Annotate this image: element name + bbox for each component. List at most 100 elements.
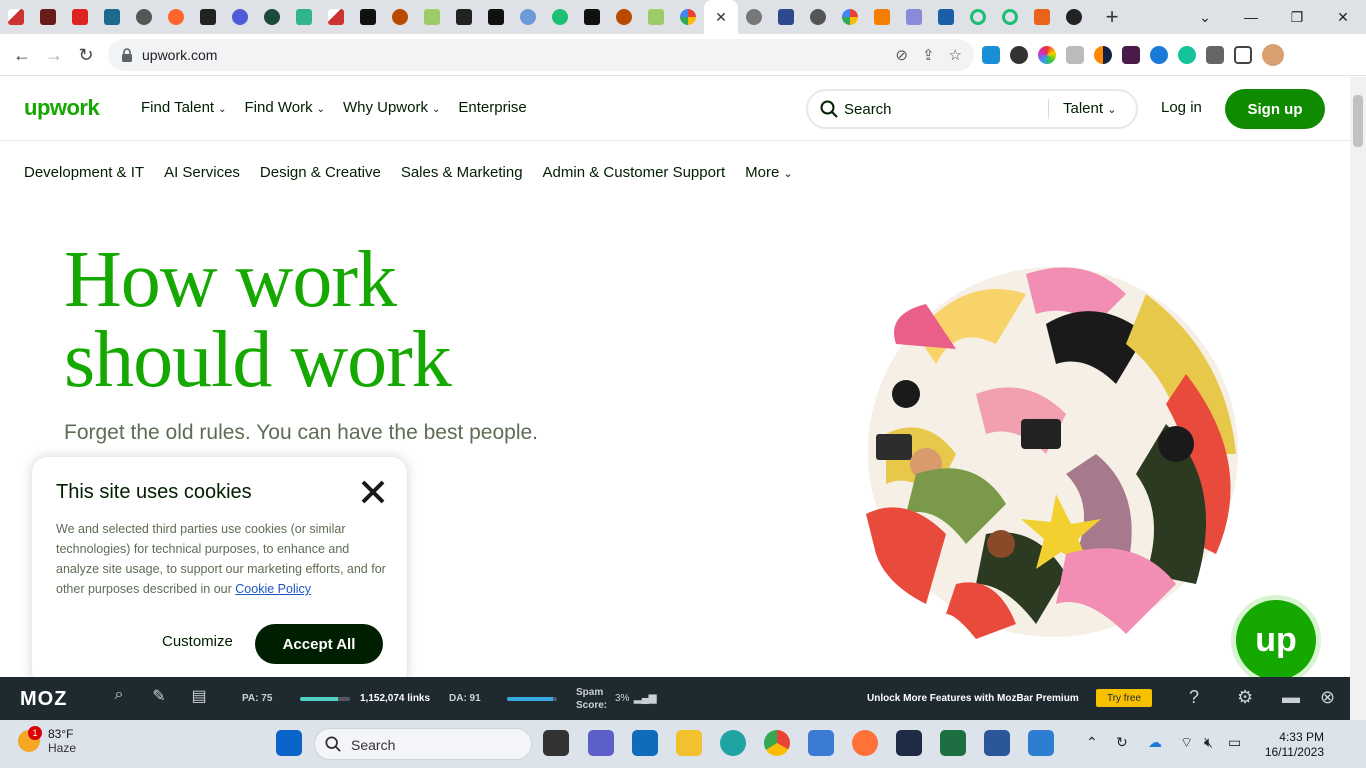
ext-shield-icon[interactable] xyxy=(1066,46,1084,64)
close-window-icon[interactable]: ✕ xyxy=(1320,0,1366,34)
tab[interactable] xyxy=(640,0,672,34)
scroll-thumb[interactable] xyxy=(1353,95,1363,147)
tab[interactable] xyxy=(448,0,480,34)
category-sales[interactable]: Sales & Marketing xyxy=(401,164,523,181)
volume-muted-icon[interactable]: 🔇︎ xyxy=(1204,734,1213,751)
moz-logo[interactable]: MOZ xyxy=(20,688,67,711)
close-icon[interactable]: ✕ xyxy=(715,9,727,26)
tab[interactable] xyxy=(224,0,256,34)
firefox-icon[interactable] xyxy=(852,730,878,756)
excel-icon[interactable] xyxy=(940,730,966,756)
ext-k-icon[interactable] xyxy=(1010,46,1028,64)
search-scope-dropdown[interactable]: Talent ⌄ xyxy=(1063,100,1116,117)
tab[interactable] xyxy=(608,0,640,34)
nav-enterprise[interactable]: Enterprise xyxy=(458,99,526,116)
search-input[interactable]: Search Talent ⌄ xyxy=(806,89,1138,129)
tab[interactable] xyxy=(576,0,608,34)
tab[interactable] xyxy=(544,0,576,34)
close-mozbar-icon[interactable]: ⊗ xyxy=(1320,687,1335,708)
gear-icon[interactable]: ⚙ xyxy=(1237,687,1253,708)
weather-widget[interactable]: 1 83°F Haze xyxy=(18,726,76,755)
minimize-icon[interactable]: — xyxy=(1228,0,1274,34)
tab[interactable] xyxy=(416,0,448,34)
tab-search-icon[interactable]: ⌄ xyxy=(1182,0,1228,34)
upwork-logo[interactable]: upwork xyxy=(24,95,100,121)
new-tab-button[interactable]: + xyxy=(1098,3,1126,31)
tab[interactable] xyxy=(352,0,384,34)
extensions-icon[interactable] xyxy=(1206,46,1224,64)
collapse-icon[interactable]: ▬ xyxy=(1282,687,1300,708)
tab[interactable] xyxy=(288,0,320,34)
taskbar-clock[interactable]: 4:33 PM 16/11/2023 xyxy=(1262,730,1324,760)
forward-icon[interactable]: → xyxy=(41,42,67,68)
nav-find-work[interactable]: Find Work ⌄ xyxy=(245,99,325,116)
tab[interactable] xyxy=(160,0,192,34)
word-icon[interactable] xyxy=(984,730,1010,756)
tab[interactable] xyxy=(1026,0,1058,34)
category-ai-services[interactable]: AI Services xyxy=(164,164,240,181)
task-view-icon[interactable] xyxy=(543,730,569,756)
tab[interactable] xyxy=(898,0,930,34)
chrome-icon[interactable] xyxy=(764,730,790,756)
cookie-policy-link[interactable]: Cookie Policy xyxy=(235,582,311,596)
sidepanel-icon[interactable] xyxy=(1234,46,1252,64)
battery-icon[interactable]: ▭ xyxy=(1228,734,1241,751)
back-icon[interactable]: ← xyxy=(9,42,35,68)
nav-why-upwork[interactable]: Why Upwork ⌄ xyxy=(343,99,440,116)
paint-icon[interactable] xyxy=(1028,730,1054,756)
try-free-button[interactable]: Try free xyxy=(1096,689,1152,707)
category-more[interactable]: More ⌄ xyxy=(745,164,793,181)
address-bar[interactable]: upwork.com ⊘ ⇪ ☆ xyxy=(108,39,974,71)
chevron-up-icon[interactable]: ⌃ xyxy=(1086,734,1098,751)
ext-m-icon[interactable] xyxy=(982,46,1000,64)
tab-active[interactable]: ✕ xyxy=(704,0,738,34)
tab[interactable] xyxy=(480,0,512,34)
tab[interactable] xyxy=(384,0,416,34)
tab[interactable] xyxy=(930,0,962,34)
category-design[interactable]: Design & Creative xyxy=(260,164,381,181)
onedrive-icon[interactable]: ☁ xyxy=(1148,734,1162,751)
tab[interactable] xyxy=(32,0,64,34)
page-analysis-icon[interactable]: ⌕ xyxy=(108,686,130,708)
pencil-icon[interactable]: ✎ xyxy=(148,686,170,708)
tab[interactable] xyxy=(256,0,288,34)
tab[interactable] xyxy=(320,0,352,34)
help-icon[interactable]: ? xyxy=(1189,687,1199,708)
restore-icon[interactable]: ❐ xyxy=(1274,0,1320,34)
app-icon[interactable] xyxy=(808,730,834,756)
login-link[interactable]: Log in xyxy=(1161,99,1202,116)
ext-half-icon[interactable] xyxy=(1094,46,1112,64)
taskbar-search[interactable]: Search xyxy=(314,728,532,760)
accept-all-button[interactable]: Accept All xyxy=(255,624,383,664)
ext-il-icon[interactable] xyxy=(1122,46,1140,64)
reload-icon[interactable]: ↻ xyxy=(73,42,99,68)
signup-button[interactable]: Sign up xyxy=(1225,89,1325,129)
file-explorer-icon[interactable] xyxy=(676,730,702,756)
tab[interactable] xyxy=(128,0,160,34)
teams-icon[interactable] xyxy=(588,730,614,756)
tab[interactable] xyxy=(1058,0,1090,34)
nav-find-talent[interactable]: Find Talent ⌄ xyxy=(141,99,227,116)
tab[interactable] xyxy=(96,0,128,34)
edge-icon[interactable] xyxy=(720,730,746,756)
profile-avatar[interactable] xyxy=(1262,44,1284,66)
start-icon[interactable] xyxy=(276,730,302,756)
tab[interactable] xyxy=(738,0,770,34)
tab[interactable] xyxy=(834,0,866,34)
keyword-icon[interactable]: ▤ xyxy=(188,686,210,708)
category-admin[interactable]: Admin & Customer Support xyxy=(543,164,726,181)
tab[interactable] xyxy=(770,0,802,34)
ext-play-icon[interactable] xyxy=(1150,46,1168,64)
star-icon[interactable]: ☆ xyxy=(949,46,962,64)
vpn-icon[interactable] xyxy=(896,730,922,756)
tab[interactable] xyxy=(962,0,994,34)
tab[interactable] xyxy=(672,0,704,34)
tab[interactable] xyxy=(994,0,1026,34)
wifi-icon[interactable]: ⌔ xyxy=(1180,734,1193,752)
eye-off-icon[interactable]: ⊘ xyxy=(895,46,908,64)
category-development[interactable]: Development & IT xyxy=(24,164,144,181)
close-icon[interactable] xyxy=(358,477,388,507)
ext-grammarly-icon[interactable] xyxy=(1178,46,1196,64)
outlook-icon[interactable] xyxy=(632,730,658,756)
tab[interactable] xyxy=(866,0,898,34)
